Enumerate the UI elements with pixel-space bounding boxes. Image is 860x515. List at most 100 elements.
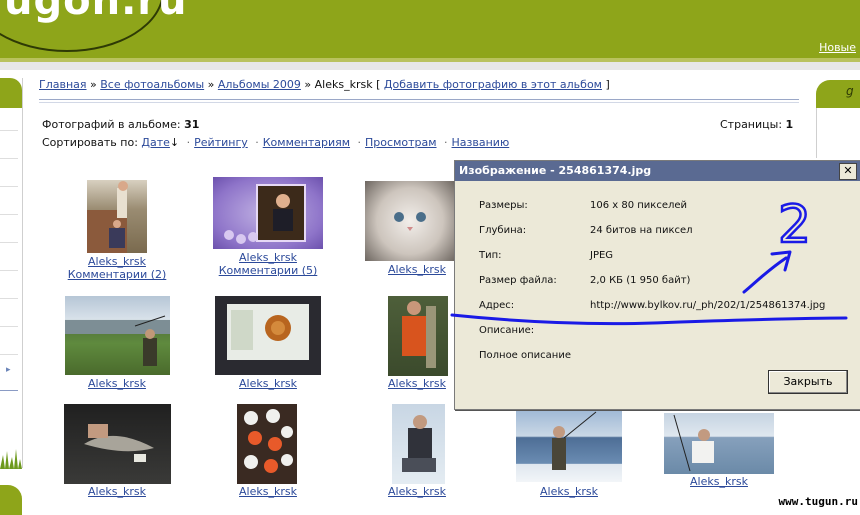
left-sidebar: ▸ <box>0 78 23 468</box>
breadcrumb-all-albums-link[interactable]: Все фотоальбомы <box>100 78 204 91</box>
depth-value: 24 битов на пиксел <box>590 225 693 236</box>
breadcrumb-rule <box>39 99 799 100</box>
photo-caption: Aleks_krsk <box>60 377 174 390</box>
sidebar-divider <box>0 298 18 299</box>
photo-comments-link[interactable]: Комментарии (5) <box>210 264 326 277</box>
photo-author-link[interactable]: Aleks_krsk <box>60 255 174 268</box>
photo-thumbnail[interactable] <box>215 296 321 375</box>
page-number[interactable]: 1 <box>786 118 794 131</box>
sort-separator: · <box>186 136 191 149</box>
photo-caption: Aleks_krsk <box>210 377 326 390</box>
sidebar-divider <box>0 158 18 159</box>
breadcrumb-separator: » <box>304 78 315 91</box>
chevron-right-icon[interactable]: ▸ <box>6 365 11 375</box>
right-sidebar-logo-fragment: g <box>846 84 854 98</box>
photo-caption: Aleks_krsk <box>210 485 326 498</box>
photo-thumbnail[interactable] <box>365 181 455 261</box>
photo-caption: Aleks_krsk <box>60 485 174 498</box>
sort-by-comments-link[interactable]: Комментариям <box>263 136 350 149</box>
file-size-value: 2,0 КБ (1 950 байт) <box>590 275 691 286</box>
dialog-title-bar[interactable]: Изображение - 254861374.jpg ✕ <box>455 161 860 181</box>
breadcrumb-separator: » <box>90 78 101 91</box>
sidebar-divider <box>0 270 18 271</box>
dialog-title: Изображение - 254861374.jpg <box>459 164 652 177</box>
site-logo[interactable]: ugon.ru <box>4 0 187 24</box>
sort-separator: · <box>357 136 362 149</box>
full-description-label: Полное описание <box>479 350 571 361</box>
photo-thumbnail[interactable] <box>388 296 448 376</box>
depth-label: Глубина: <box>479 225 527 236</box>
sort-separator: · <box>444 136 448 149</box>
image-properties-dialog: Изображение - 254861374.jpg ✕ Размеры: 1… <box>454 160 860 410</box>
type-value: JPEG <box>590 250 614 261</box>
photo-author-link[interactable]: Aleks_krsk <box>210 377 326 390</box>
site-header: ugon.ru Новые <box>0 0 860 58</box>
breadcrumb-bracket: [ <box>372 78 384 91</box>
pages-label: Страницы: <box>720 118 783 131</box>
photo-caption: Aleks_krsk <box>360 485 474 498</box>
photo-author-link[interactable]: Aleks_krsk <box>511 485 627 498</box>
photo-author-link[interactable]: Aleks_krsk <box>210 251 326 264</box>
photo-author-link[interactable]: Aleks_krsk <box>360 485 474 498</box>
photo-comments-link[interactable]: Комментарии (2) <box>60 268 174 281</box>
sidebar-divider <box>0 390 18 391</box>
sidebar-divider <box>0 214 18 215</box>
sidebar-divider <box>0 186 18 187</box>
sidebar-divider <box>0 130 18 131</box>
breadcrumb-year-link[interactable]: Альбомы 2009 <box>218 78 301 91</box>
photo-thumbnail[interactable] <box>64 404 171 484</box>
breadcrumb-rule <box>39 102 799 103</box>
photo-count: Фотографий в альбоме: 31 <box>42 118 199 131</box>
sort-label: Сортировать по: <box>42 136 138 149</box>
grass-icon <box>0 449 22 469</box>
left-sidebar-tab <box>0 78 22 108</box>
photo-author-link[interactable]: Aleks_krsk <box>60 377 174 390</box>
file-size-label: Размер файла: <box>479 275 557 286</box>
sort-by-name-link[interactable]: Названию <box>452 136 510 149</box>
right-sidebar-box <box>816 108 860 158</box>
breadcrumb-current: Aleks_krsk <box>314 78 373 91</box>
description-label: Описание: <box>479 325 535 336</box>
photo-thumbnail[interactable] <box>87 180 147 253</box>
photo-thumbnail[interactable] <box>664 413 774 474</box>
photo-author-link[interactable]: Aleks_krsk <box>210 485 326 498</box>
dimensions-value: 106 x 80 пикселей <box>590 200 688 211</box>
pagination: Страницы: 1 <box>720 118 793 131</box>
sidebar-divider <box>0 242 18 243</box>
sort-arrow-icon: ↓ <box>169 136 180 149</box>
breadcrumb: Главная » Все фотоальбомы » Альбомы 2009… <box>39 78 610 91</box>
photo-caption: Aleks_krsk <box>511 485 627 498</box>
photo-thumbnail[interactable] <box>65 296 170 375</box>
photo-thumbnail[interactable] <box>392 404 445 484</box>
photo-author-link[interactable]: Aleks_krsk <box>660 475 778 488</box>
left-bottom-tab <box>0 485 22 515</box>
photo-caption: Aleks_krsk Комментарии (5) <box>210 251 326 277</box>
photo-count-value: 31 <box>184 118 200 131</box>
sort-by-date-link[interactable]: Дате <box>141 136 170 149</box>
photo-thumbnail[interactable] <box>237 404 297 484</box>
photo-thumbnail[interactable] <box>213 177 323 249</box>
photo-count-label: Фотографий в альбоме: <box>42 118 181 131</box>
photo-caption: Aleks_krsk Комментарии (2) <box>60 255 174 281</box>
sidebar-divider <box>0 326 18 327</box>
sort-by-rating-link[interactable]: Рейтингу <box>194 136 248 149</box>
address-value: http://www.bylkov.ru/_ph/202/1/254861374… <box>590 300 826 311</box>
header-new-link[interactable]: Новые <box>819 41 856 54</box>
sidebar-divider <box>0 354 18 355</box>
dimensions-label: Размеры: <box>479 200 528 211</box>
breadcrumb-separator: » <box>207 78 218 91</box>
watermark: www.tugun.ru <box>778 495 858 508</box>
type-label: Тип: <box>479 250 502 261</box>
photo-thumbnail[interactable] <box>516 408 622 482</box>
photo-caption: Aleks_krsk <box>660 475 778 488</box>
top-strip <box>0 62 860 70</box>
breadcrumb-home-link[interactable]: Главная <box>39 78 87 91</box>
add-photo-link[interactable]: Добавить фотографию в этот альбом <box>384 78 602 91</box>
sort-by-views-link[interactable]: Просмотрам <box>365 136 437 149</box>
photo-author-link[interactable]: Aleks_krsk <box>60 485 174 498</box>
close-button[interactable]: Закрыть <box>768 370 848 394</box>
address-label: Адрес: <box>479 300 515 311</box>
close-icon[interactable]: ✕ <box>839 163 857 180</box>
breadcrumb-bracket: ] <box>601 78 610 91</box>
sort-separator: · <box>255 136 259 149</box>
